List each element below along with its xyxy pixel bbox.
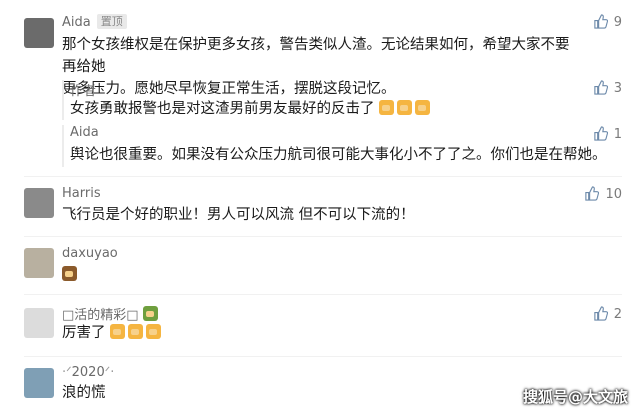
reply-name[interactable]: 作者 xyxy=(70,80,96,99)
like-button[interactable]: 1 xyxy=(593,126,622,142)
thumbs-up-icon xyxy=(594,80,608,95)
reply-name[interactable]: Aida xyxy=(70,125,99,140)
avatar[interactable] xyxy=(24,368,54,398)
thumbs-up-emoji-icon xyxy=(397,100,413,115)
watermark: 搜狐号@大文旅 xyxy=(522,388,628,406)
reply-text: 舆论也很重要。如果没有公众压力航司很可能大事化小不了了之。你们也是在帮她。 xyxy=(70,147,607,163)
sticker-icon xyxy=(142,306,158,321)
reply-aida: Aida 舆论也很重要。如果没有公众压力航司很可能大事化小不了了之。你们也是在帮… xyxy=(62,125,624,167)
decoration-icon: ·ᐟ xyxy=(62,365,72,380)
reply-author: 作者 女孩勇敢报警也是对这渣男前男友最好的反击了 xyxy=(62,80,624,120)
divider xyxy=(24,356,622,357)
avatar[interactable] xyxy=(24,18,54,48)
thumbs-up-emoji-icon xyxy=(379,100,395,115)
like-button[interactable]: 10 xyxy=(584,186,622,202)
avatar[interactable] xyxy=(24,248,54,278)
reply-text: 女孩勇敢报警也是对这渣男前男友最好的反击了 xyxy=(70,98,433,120)
commenter-name[interactable]: □活的精彩□ xyxy=(62,304,161,323)
commenter-name[interactable]: ·ᐟ2020ᐟ· xyxy=(62,365,114,380)
divider xyxy=(24,236,622,237)
like-button[interactable]: 3 xyxy=(593,80,622,96)
avatar[interactable] xyxy=(24,188,54,218)
like-button[interactable]: 2 xyxy=(593,306,622,322)
thumbs-up-emoji-icon xyxy=(146,324,162,339)
decoration-icon: ᐟ· xyxy=(104,365,115,380)
thumbs-up-icon xyxy=(585,186,600,201)
divider xyxy=(24,294,622,295)
thumbs-up-icon xyxy=(594,126,608,141)
thumbs-up-icon xyxy=(594,14,608,29)
pinned-badge: 置顶 xyxy=(96,14,127,29)
thumbs-up-icon xyxy=(594,306,608,321)
thumbs-up-emoji-icon xyxy=(110,324,126,339)
comment-text: 飞行员是个好的职业！男人可以风流 但不可以下流的！ xyxy=(62,207,415,223)
comment-text: 浪的慌 xyxy=(62,385,106,401)
comment-text xyxy=(62,264,582,286)
commenter-name[interactable]: Harris xyxy=(62,186,101,201)
thumbs-up-emoji-icon xyxy=(128,324,144,339)
avatar[interactable] xyxy=(24,308,54,338)
commenter-name[interactable]: daxuyao xyxy=(62,246,118,261)
comment-text: 厉害了 xyxy=(62,322,582,344)
thumbs-up-emoji-icon xyxy=(415,100,431,115)
like-button[interactable]: 9 xyxy=(593,14,622,30)
divider xyxy=(24,176,622,177)
cow-emoji-icon xyxy=(62,266,77,281)
commenter-name[interactable]: Aida 置顶 xyxy=(62,14,127,30)
